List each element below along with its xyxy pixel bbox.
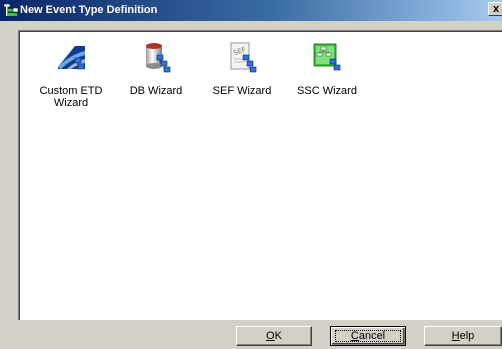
help-button-label: Help [451,330,475,342]
ok-button[interactable]: OK [236,326,312,346]
close-icon: x [493,3,500,15]
app-icon [3,3,19,16]
cancel-button[interactable]: Cancel [330,326,406,346]
custom-etd-icon [58,46,85,70]
wizard-label: DB Wizard [129,85,183,97]
wizard-item-db[interactable]: DB Wizard [116,41,196,111]
ok-button-label: OK [266,330,282,342]
help-button[interactable]: Help [424,326,502,346]
db-wizard-icon [146,43,171,73]
wizard-label: Custom ETD Wizard [39,85,103,109]
wizard-item-sef[interactable]: SEF SEF Wizard [202,41,282,111]
sef-wizard-icon: SEF [230,42,257,73]
wizard-item-ssc[interactable]: SSC Wizard [287,41,367,111]
close-button[interactable]: x [488,2,502,16]
title-bar[interactable]: New Event Type Definition x [0,0,502,21]
wizard-label: SEF Wizard [212,85,272,97]
wizard-item-custom-etd[interactable]: Custom ETD Wizard [31,41,111,111]
wizard-list[interactable]: Custom ETD Wizard DB Wizard SEF SEF Wiza… [18,30,502,320]
wizard-label: SSC Wizard [297,85,357,97]
ssc-wizard-icon [313,43,341,71]
window-title: New Event Type Definition [20,4,158,16]
cancel-button-label: Cancel [350,330,386,342]
